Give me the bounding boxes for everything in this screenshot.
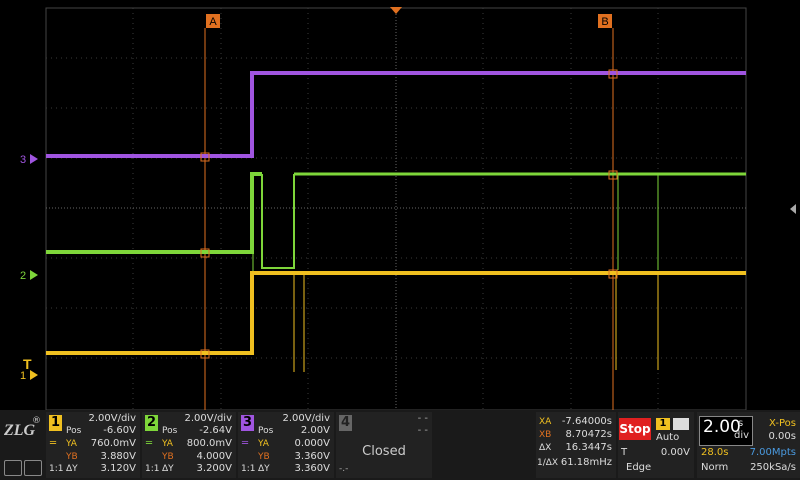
channel-2-panel[interactable]: 2 2.00V/div Pos -2.64V ═ YA 800.0mV YB 4.000… [142, 412, 236, 478]
trigger-edge-icon [673, 418, 689, 430]
x-position[interactable]: 0.00s [769, 431, 796, 443]
channel-3-panel[interactable]: 3 2.00V/div Pos 2.00V ═ YA 0.000V YB 3.360V … [238, 412, 334, 478]
cursor-b-label[interactable]: B [601, 16, 608, 28]
display-settings-icon[interactable] [4, 460, 22, 476]
timebase-panel[interactable]: 2.00 s div X-Pos 0.00s 28.0s 7.00Mpts No… [697, 412, 800, 478]
trigger-panel[interactable]: Stop 1 Auto T 0.00V Edge [618, 412, 694, 478]
run-stop-button[interactable]: Stop [619, 418, 651, 440]
cursor-a-label[interactable]: A [209, 16, 217, 28]
trigger-type[interactable]: Edge [626, 462, 651, 474]
channel-1-panel[interactable]: 1 2.00V/div Pos -6.60V ═ YA 760.0mV YB 3.880… [46, 412, 140, 478]
screenshot-icon[interactable] [24, 460, 42, 476]
channel-3-offset-marker[interactable]: 3 [20, 154, 26, 166]
status-bar: ZLG ® 1 2.00V/div Pos -6.60V ═ YA 760.0mV Y… [0, 410, 800, 480]
channel-1-offset-marker[interactable]: 1 [20, 370, 26, 382]
channel-4-status: Closed [362, 444, 406, 459]
channel-2-offset-marker[interactable]: 2 [20, 270, 26, 282]
trigger-source[interactable]: 1 [656, 418, 670, 430]
cursor-readout[interactable]: XA -7.64000s XB 8.70472s ΔX 16.3447s 1/ΔX 61… [536, 412, 616, 478]
brand-logo: ZLG ® [2, 416, 46, 476]
trigger-mode[interactable]: Auto [656, 432, 679, 444]
waveform-display[interactable]: A B 3 2 T 1 [0, 0, 800, 410]
channel-4-panel[interactable]: 4 - - - - Closed -.- [336, 412, 432, 478]
